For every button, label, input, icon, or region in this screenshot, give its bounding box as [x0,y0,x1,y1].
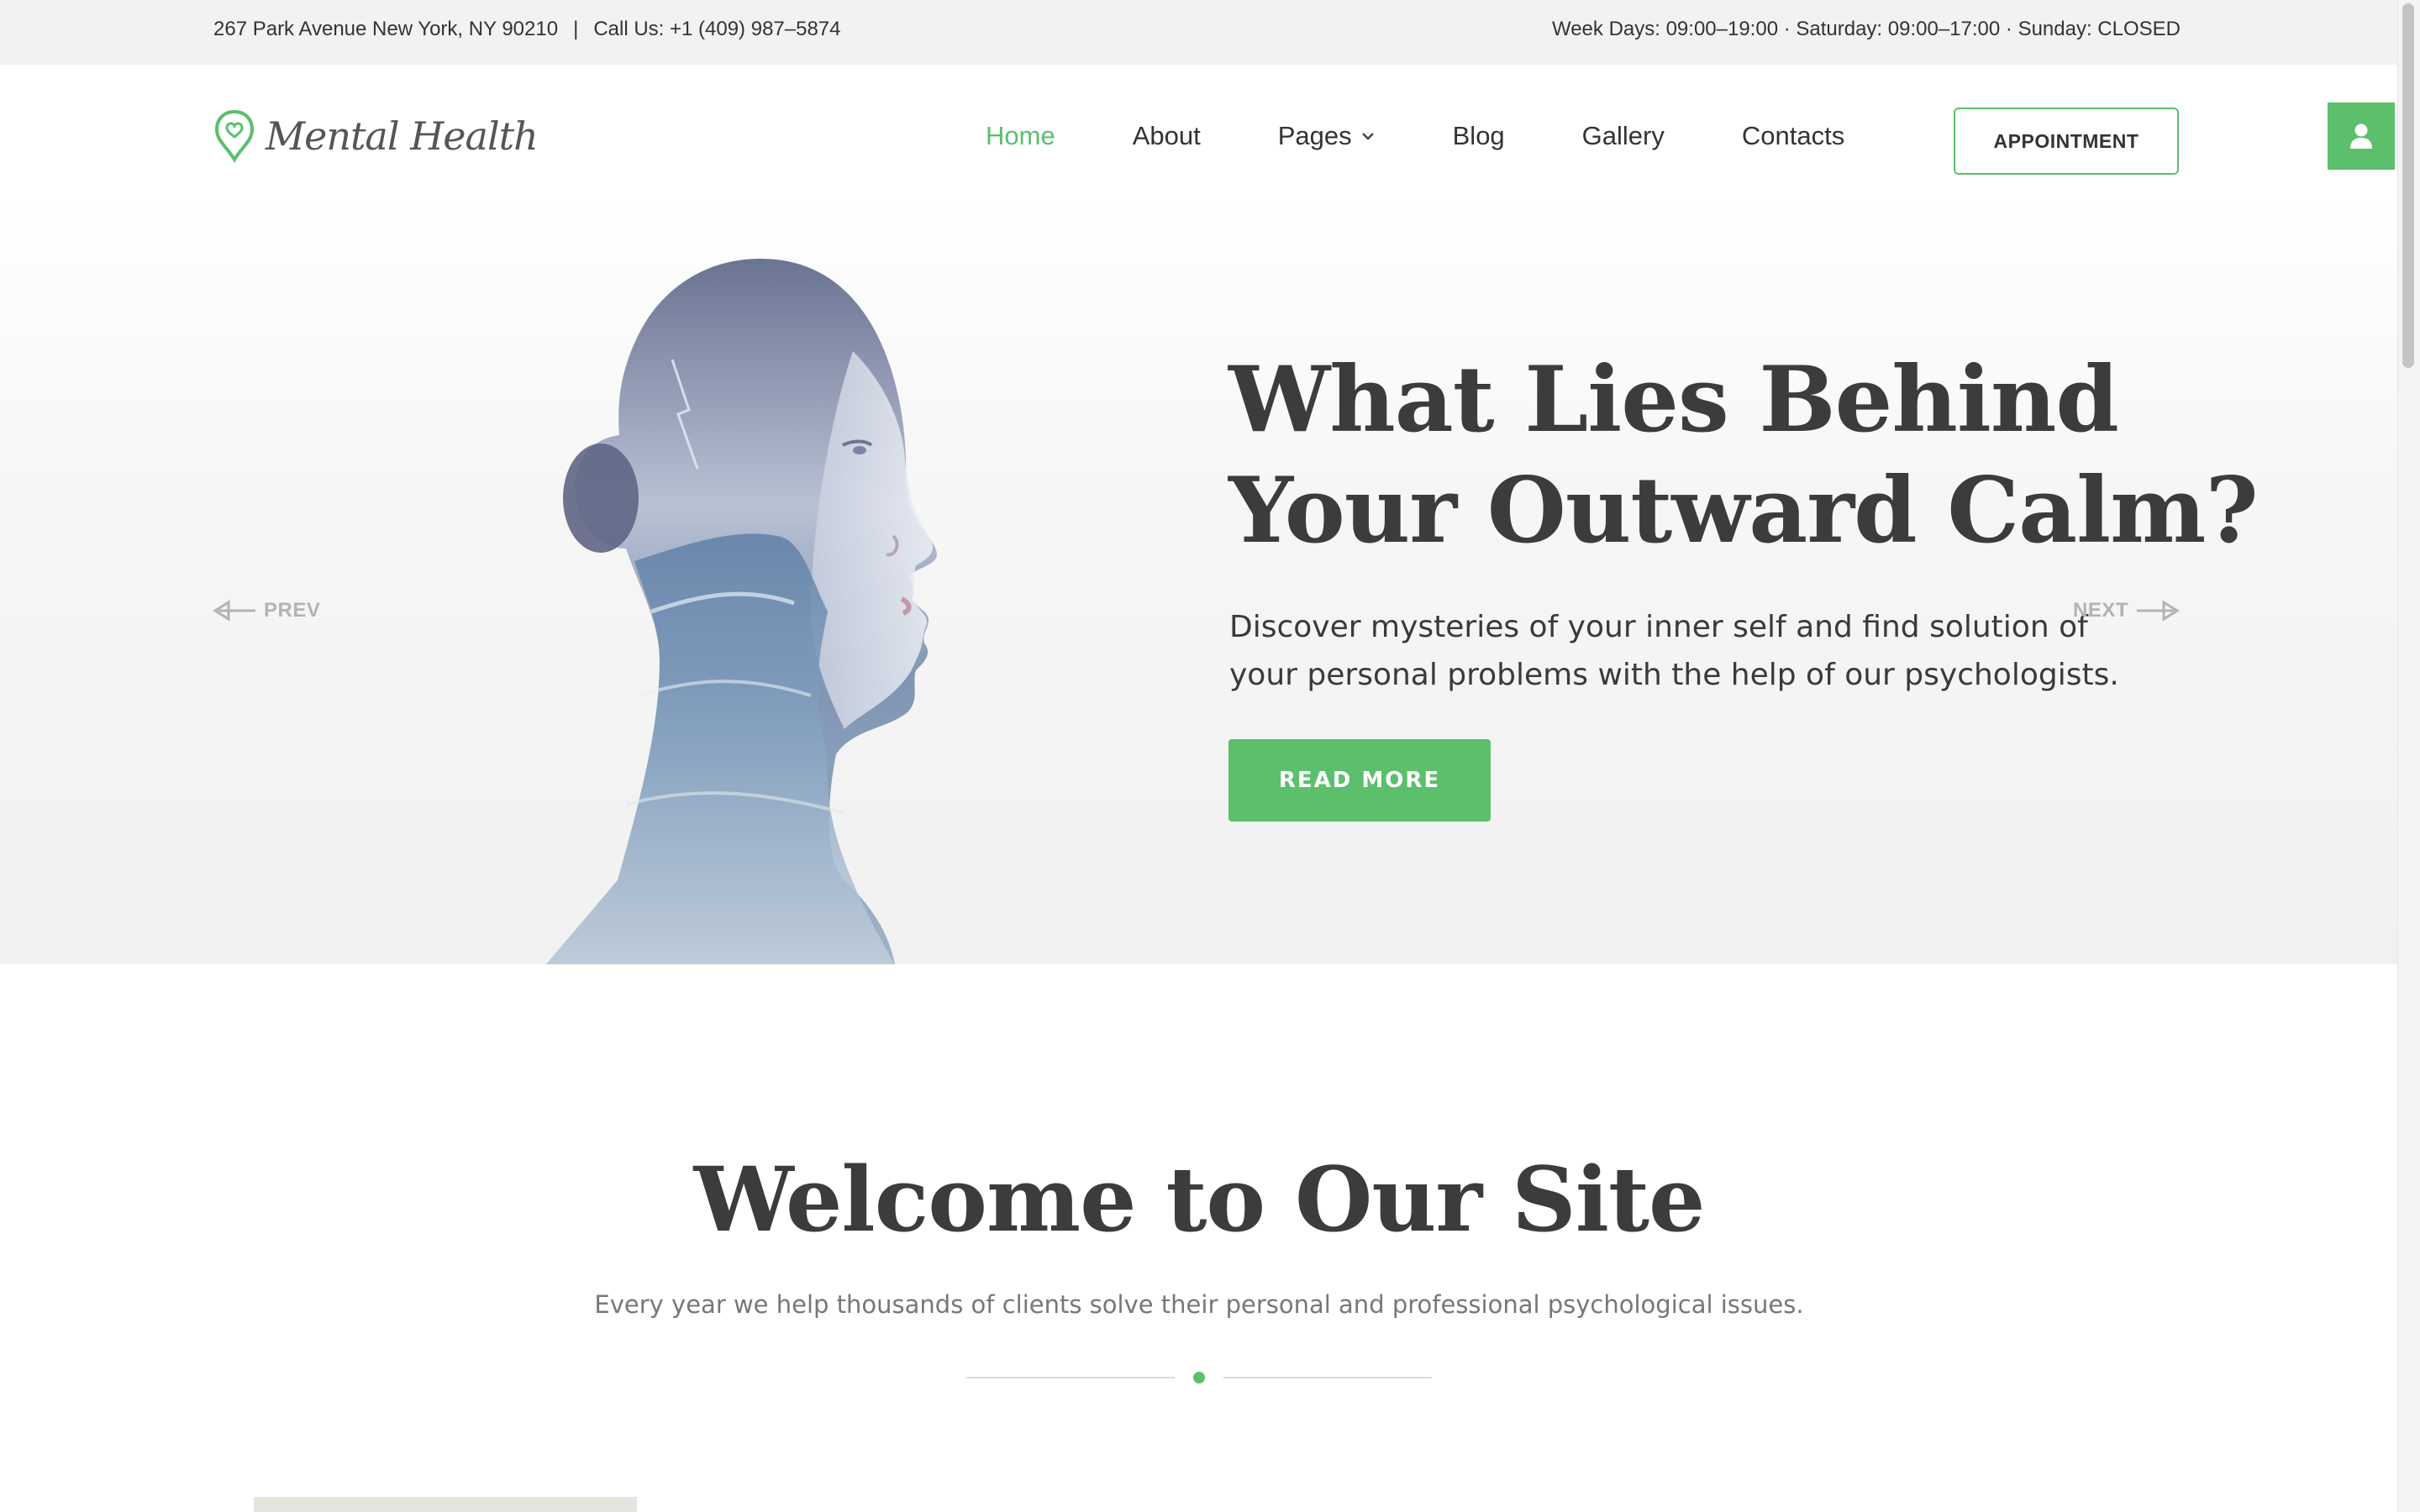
double-exposure-portrait [546,259,937,964]
welcome-subtitle: Every year we help thousands of clients … [594,1290,1804,1319]
nav-pages[interactable]: Pages [1278,121,1376,151]
separator: | [573,18,579,40]
hero-title-line-1: What Lies Behind [1228,347,2119,453]
nav-about-label: About [1132,121,1201,150]
divider-line-left [966,1377,1175,1378]
appointment-button[interactable]: APPOINTMENT [1954,108,2179,175]
user-account-button[interactable] [2328,102,2395,170]
page-scrollbar[interactable] [2397,0,2420,1512]
phone-text[interactable]: Call Us: +1 (409) 987–5874 [593,18,840,40]
nav-blog-label: Blog [1452,121,1505,150]
contact-info: 267 Park Avenue New York, NY 90210 | Call … [213,0,841,59]
prev-label: PREV [264,599,321,622]
read-more-button[interactable]: READ MORE [1228,739,1491,822]
hero-lead-text: Discover mysteries of your inner self an… [1229,610,2119,692]
chevron-down-icon [1361,133,1374,140]
arrow-right-icon [2137,600,2180,622]
content-card-preview [254,1497,637,1512]
scrollbar-thumb[interactable] [2402,3,2414,368]
divider-dot [1193,1372,1205,1383]
slider-prev-button[interactable]: PREV [212,598,320,623]
welcome-heading: Welcome to Our Site [693,1147,1706,1252]
next-label: NEXT [2073,599,2129,622]
section-divider [966,1369,1432,1386]
hero-title-line-2: Your Outward Calm? [1228,458,2259,564]
site-logo[interactable]: Mental Health [213,109,539,163]
heart-map-pin-icon [214,109,255,163]
hero-title: What Lies Behind Your Outward Calm? [1228,344,2259,566]
nav-about[interactable]: About [1133,121,1201,151]
slider-next-button[interactable]: NEXT [2073,598,2181,623]
user-icon [2350,123,2372,149]
logo-text: Mental Health [266,113,539,159]
opening-hours: Week Days: 09:00–19:00 · Saturday: 09:00… [1551,18,2181,40]
nav-blog[interactable]: Blog [1453,121,1505,151]
nav-pages-label: Pages [1277,121,1352,150]
nav-gallery-label: Gallery [1581,121,1665,150]
top-info-bar: 267 Park Avenue New York, NY 90210 | Call … [0,0,2398,65]
nav-home-label: Home [986,121,1055,150]
nav-home[interactable]: Home [986,121,1055,151]
nav-contacts[interactable]: Contacts [1742,121,1844,151]
main-navigation: Home About Pages Blog Gallery Contacts [986,118,1844,155]
divider-line-right [1223,1377,1432,1378]
nav-gallery[interactable]: Gallery [1582,121,1665,151]
address-text: 267 Park Avenue New York, NY 90210 [213,18,559,40]
arrow-left-icon [213,600,255,622]
nav-contacts-label: Contacts [1741,121,1845,150]
hero-slider: What Lies Behind Your Outward Calm? Disc… [0,193,2398,964]
